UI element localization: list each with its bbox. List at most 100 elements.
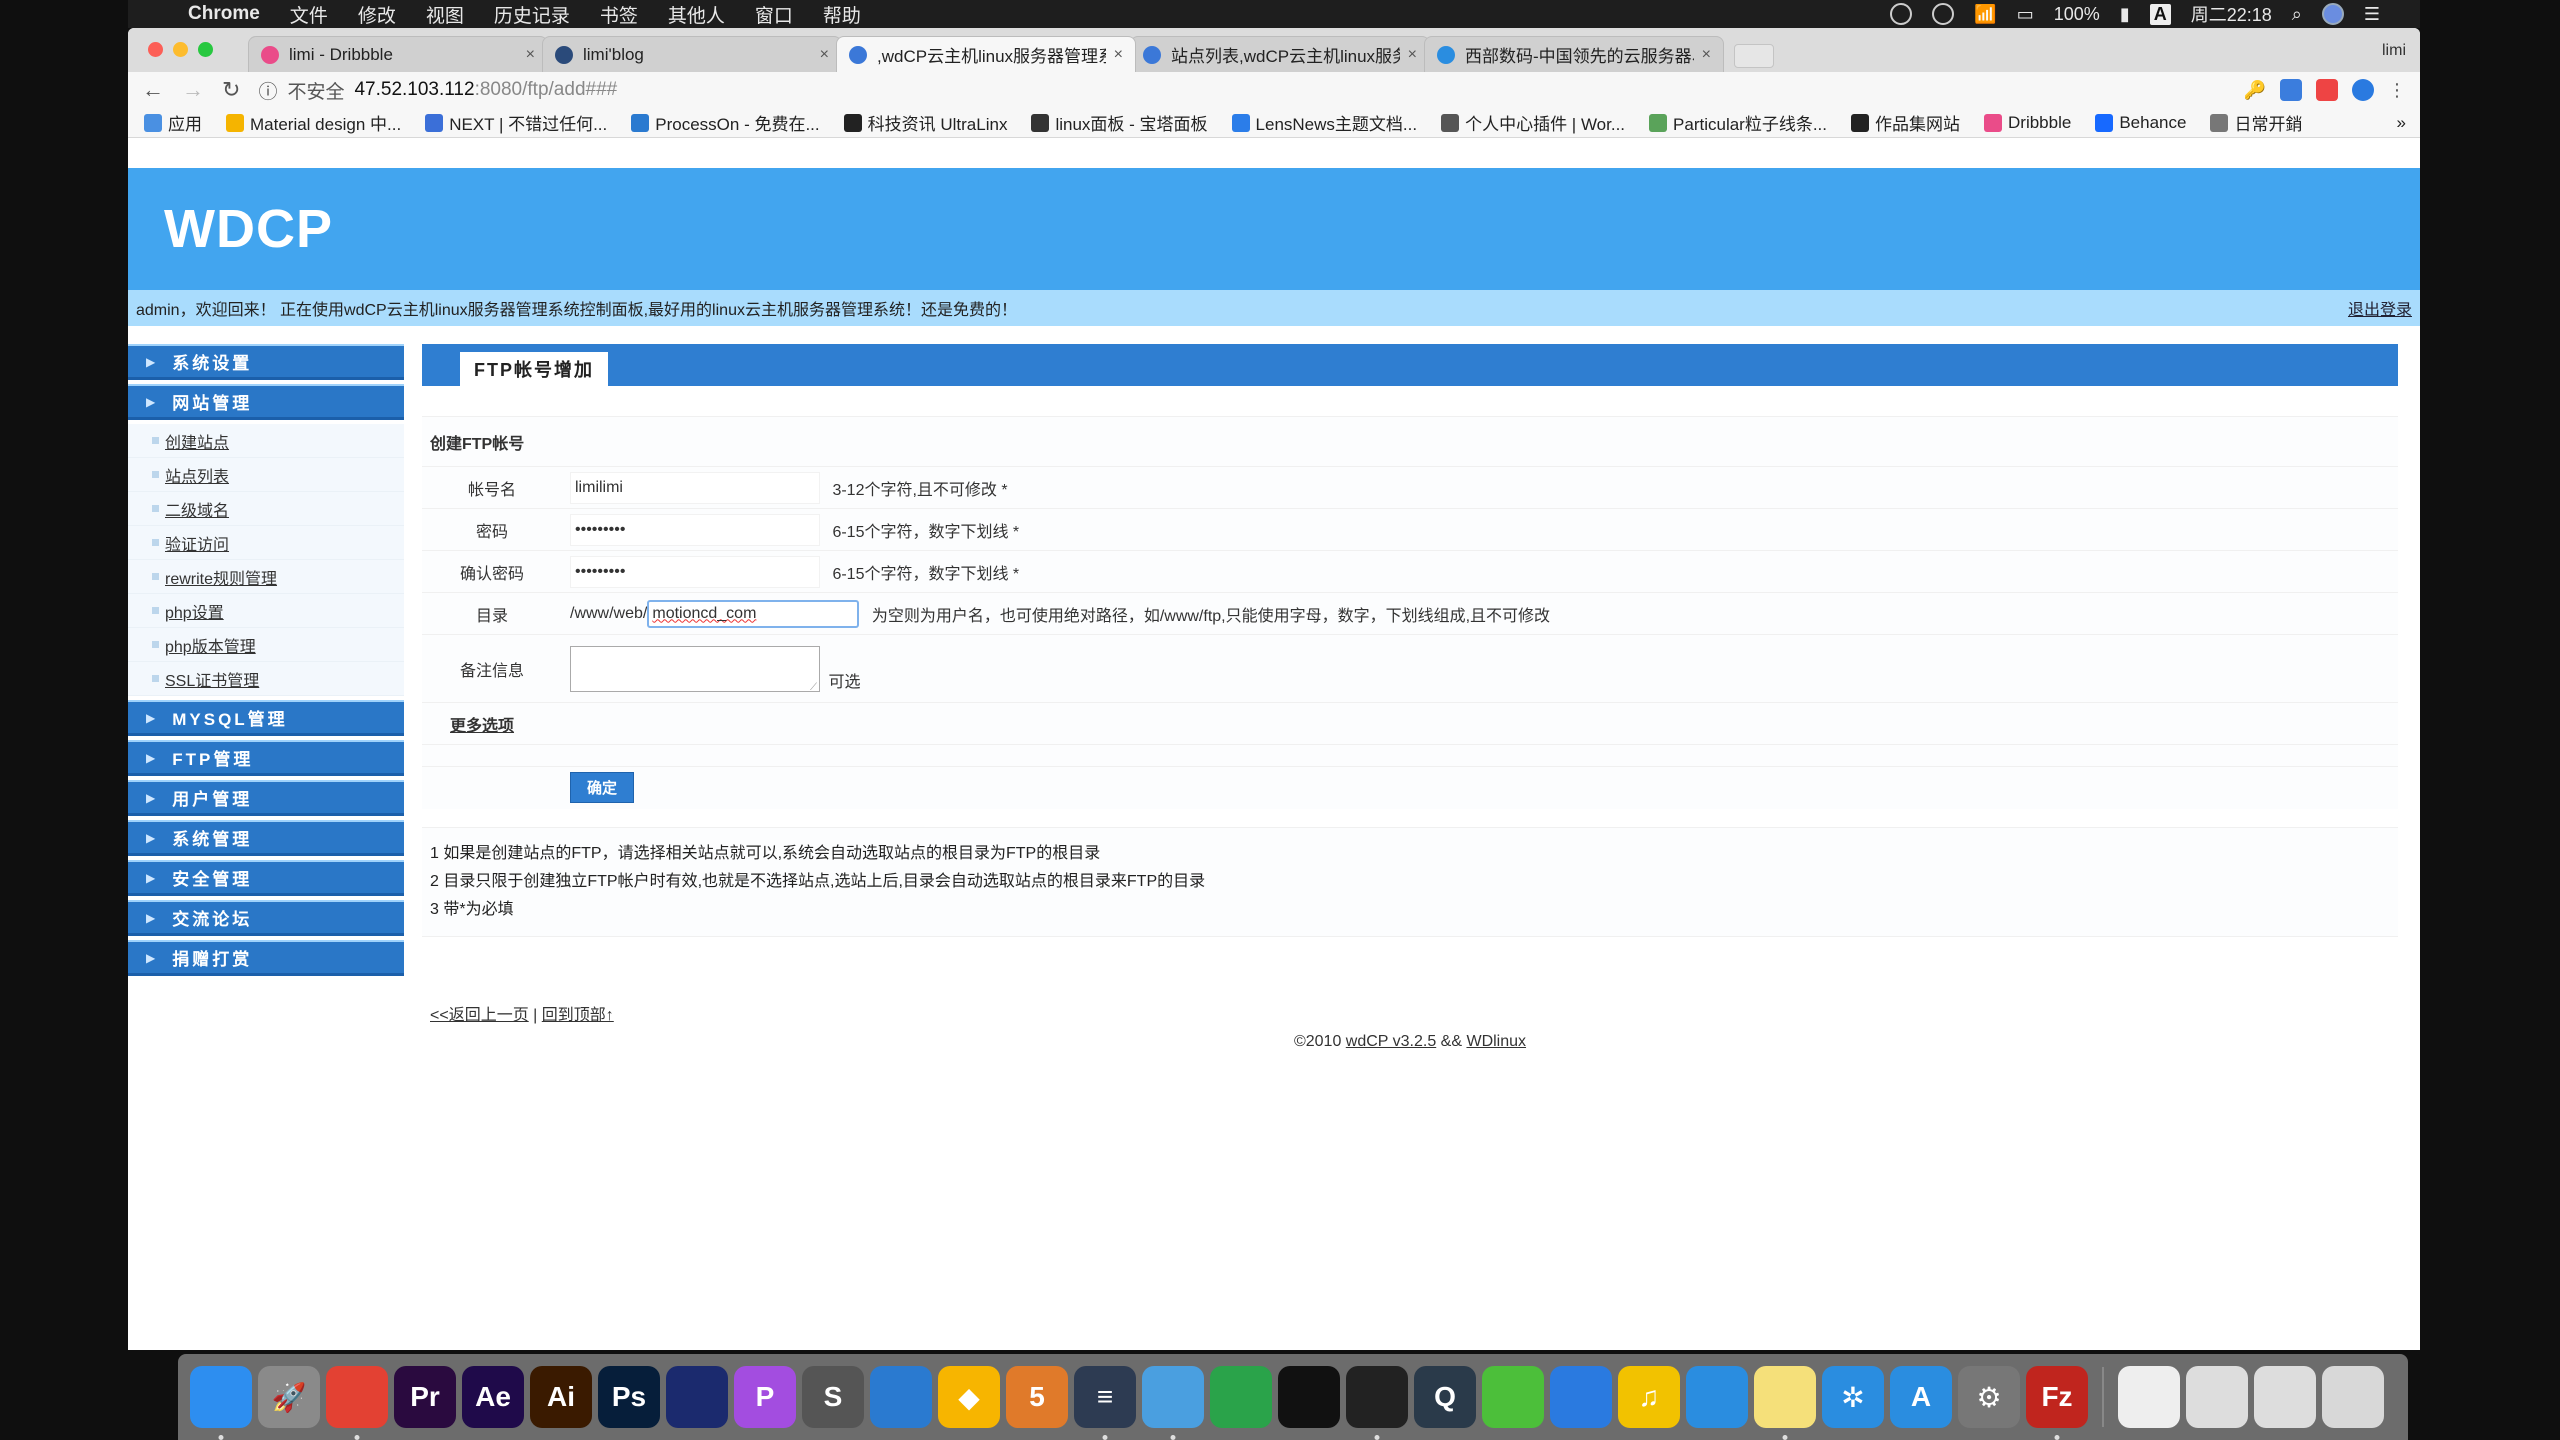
- info-icon[interactable]: ⓘ: [258, 77, 277, 104]
- sidebar-item[interactable]: php设置: [128, 594, 404, 628]
- sidebar-item[interactable]: 二级域名: [128, 492, 404, 526]
- tab-wdcp-active[interactable]: ,wdCP云主机linux服务器管理系 ×: [836, 36, 1136, 72]
- dock-notes-icon[interactable]: [1754, 1366, 1816, 1440]
- menu-history[interactable]: 历史记录: [494, 1, 570, 28]
- new-tab-button[interactable]: [1734, 44, 1774, 68]
- dock-app-store-icon[interactable]: A: [1890, 1366, 1952, 1428]
- tab-blog[interactable]: limi'blog ×: [542, 36, 842, 72]
- menu-window[interactable]: 窗口: [755, 1, 793, 28]
- dock-pockity-icon[interactable]: P: [734, 1366, 796, 1428]
- dock-wechat-icon[interactable]: [1482, 1366, 1544, 1428]
- dock-xmind-icon[interactable]: ✲: [1822, 1366, 1884, 1428]
- sidebar-section[interactable]: ▶ 系统管理: [128, 820, 404, 856]
- sidebar-section[interactable]: ▶ FTP管理: [128, 740, 404, 776]
- password-input[interactable]: •••••••••: [570, 513, 820, 546]
- menu-edit[interactable]: 修改: [358, 1, 396, 28]
- submit-button[interactable]: 确定: [570, 772, 635, 804]
- back-link[interactable]: <<返回上一页: [430, 1007, 529, 1024]
- directory-input[interactable]: motioncd_com: [647, 599, 860, 628]
- minimize-window-button[interactable]: [173, 42, 188, 57]
- bookmark-item[interactable]: Dribbble: [1984, 113, 2071, 133]
- sidebar-item-link[interactable]: php版本管理: [165, 633, 256, 657]
- dock-sublime-icon[interactable]: S: [802, 1366, 864, 1428]
- dock-premiere-icon[interactable]: Pr: [394, 1366, 456, 1428]
- more-bookmarks-icon[interactable]: »: [2397, 113, 2420, 133]
- menu-bookmarks[interactable]: 书签: [600, 1, 638, 28]
- sidebar-item-link[interactable]: 验证访问: [165, 531, 229, 555]
- sidebar-item-link[interactable]: 创建站点: [165, 429, 229, 453]
- menu-view[interactable]: 视图: [426, 1, 464, 28]
- creative-cloud-icon[interactable]: [1932, 3, 1955, 25]
- tab-dribbble[interactable]: limi - Dribbble ×: [248, 36, 548, 72]
- security-label[interactable]: 不安全: [287, 77, 344, 104]
- menu-help[interactable]: 帮助: [823, 1, 861, 28]
- tab-close-icon[interactable]: ×: [1702, 46, 1711, 64]
- wdcp-version-link[interactable]: wdCP v3.2.5: [1346, 1033, 1436, 1050]
- sidebar-section[interactable]: ▶ MYSQL管理: [128, 700, 404, 736]
- bookmark-item[interactable]: 应用: [144, 110, 202, 135]
- sidebar-item[interactable]: rewrite规则管理: [128, 560, 404, 594]
- airplay-icon[interactable]: ▭: [2017, 4, 2034, 25]
- tab-close-icon[interactable]: ×: [820, 46, 829, 64]
- dock-chrome-icon[interactable]: [326, 1366, 388, 1440]
- tab-close-icon[interactable]: ×: [1408, 46, 1417, 64]
- clock[interactable]: 周二22:18: [2191, 1, 2272, 27]
- dock-qq-music-icon[interactable]: ♫: [1618, 1366, 1680, 1428]
- sidebar-section[interactable]: ▶ 用户管理: [128, 780, 404, 816]
- bookmark-item[interactable]: 个人中心插件 | Wor...: [1441, 110, 1625, 135]
- remark-textarea[interactable]: [570, 645, 820, 693]
- dock-screenshot-1-icon[interactable]: [2186, 1366, 2248, 1428]
- sidebar-item-link[interactable]: php设置: [165, 599, 224, 623]
- dock-filezilla-icon[interactable]: Fz: [2026, 1366, 2088, 1440]
- key-icon[interactable]: 🔑: [2244, 80, 2266, 101]
- address-bar[interactable]: ⓘ 不安全 47.52.103.112:8080/ftp/add###: [258, 76, 2225, 104]
- extension-circle-icon[interactable]: [2352, 79, 2374, 101]
- dock-screenshot-2-icon[interactable]: [2254, 1366, 2316, 1428]
- dock-maps-icon[interactable]: [1142, 1366, 1204, 1440]
- sidebar-section[interactable]: ▶ 系统设置: [128, 344, 404, 380]
- sidebar-section[interactable]: ▶ 网站管理: [128, 384, 404, 420]
- input-method-icon[interactable]: A: [2149, 3, 2171, 25]
- dock-quicktime-icon[interactable]: Q: [1414, 1366, 1476, 1428]
- menu-app-name[interactable]: Chrome: [188, 3, 260, 25]
- bookmark-item[interactable]: LensNews主题文档...: [1231, 110, 1417, 135]
- bookmark-item[interactable]: ProcessOn - 免费在...: [631, 110, 820, 135]
- bookmark-item[interactable]: Behance: [2095, 113, 2186, 133]
- dock-finder-icon[interactable]: [190, 1366, 252, 1440]
- bookmark-item[interactable]: Particular粒子线条...: [1649, 110, 1827, 135]
- siri-icon[interactable]: [2321, 3, 2344, 25]
- confirm-password-input[interactable]: •••••••••: [570, 555, 820, 588]
- sidebar-item-link[interactable]: 站点列表: [165, 463, 229, 487]
- tab-close-icon[interactable]: ×: [526, 46, 535, 64]
- dock-browser-icon[interactable]: [1550, 1366, 1612, 1428]
- dock-sketchbook-icon[interactable]: [870, 1366, 932, 1428]
- dock-after-effects-icon[interactable]: Ae: [462, 1366, 524, 1428]
- tab-close-icon[interactable]: ×: [1114, 46, 1123, 64]
- bookmark-item[interactable]: NEXT | 不错过任何...: [425, 110, 607, 135]
- sidebar-item[interactable]: 站点列表: [128, 458, 404, 492]
- sidebar-section[interactable]: ▶ 捐赠打赏: [128, 940, 404, 976]
- dock-trash-icon[interactable]: [2322, 1366, 2384, 1428]
- dock-obs-icon[interactable]: [1346, 1366, 1408, 1440]
- battery-icon[interactable]: ▮: [2120, 4, 2130, 25]
- back-icon[interactable]: ←: [142, 77, 164, 103]
- extension-icon[interactable]: [2280, 79, 2302, 101]
- panel-title[interactable]: FTP帐号增加: [460, 352, 608, 386]
- battery-percent[interactable]: 100%: [2054, 4, 2100, 25]
- bookmark-item[interactable]: 日常开銷: [2210, 110, 2302, 135]
- close-window-button[interactable]: [148, 42, 163, 57]
- profile-name[interactable]: limi: [2382, 42, 2406, 60]
- sidebar-item[interactable]: php版本管理: [128, 628, 404, 662]
- extension-badge-icon[interactable]: [2316, 79, 2338, 101]
- dock-photoshop-icon[interactable]: Ps: [598, 1366, 660, 1428]
- tab-west-digital[interactable]: 西部数码-中国领先的云服务器、 ×: [1424, 36, 1724, 72]
- dock-sketch-icon[interactable]: ◆: [938, 1366, 1000, 1428]
- wifi-icon[interactable]: 📶: [1974, 4, 1996, 25]
- sidebar-item-link[interactable]: 二级域名: [165, 497, 229, 521]
- bookmark-item[interactable]: linux面板 - 宝塔面板: [1031, 110, 1208, 135]
- sidebar-item[interactable]: 验证访问: [128, 526, 404, 560]
- dock-qq-icon[interactable]: [1278, 1366, 1340, 1428]
- zoom-window-button[interactable]: [198, 42, 213, 57]
- bookmark-item[interactable]: 科技资讯 UltraLinx: [843, 110, 1007, 135]
- menu-people[interactable]: 其他人: [668, 1, 725, 28]
